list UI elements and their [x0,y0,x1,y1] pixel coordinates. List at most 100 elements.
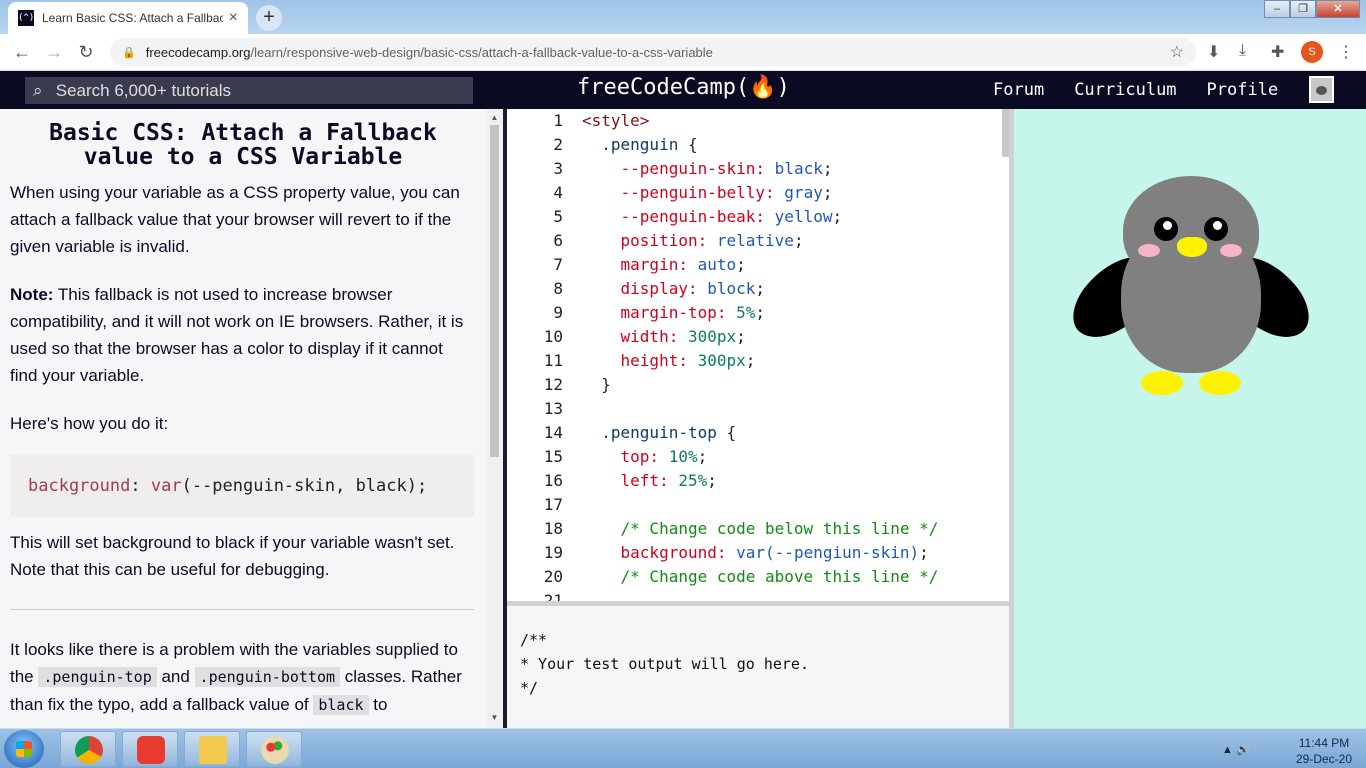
close-window-button[interactable]: ✕ [1316,0,1360,18]
code-line[interactable]: left: 25%; [582,469,938,493]
clock[interactable]: 11:44 PM 29-Dec-20 [1296,735,1352,767]
line-number: 14 [543,423,563,442]
code-line[interactable] [582,397,938,421]
user-avatar[interactable] [1309,76,1334,103]
code-line[interactable]: top: 10%; [582,445,938,469]
tab-close-icon[interactable]: × [229,9,238,27]
example-close-paren: ); [406,476,428,496]
penguin-left-cheek [1138,244,1160,257]
save-page-icon[interactable]: ⤓ [1239,42,1246,60]
taskbar-app-2[interactable] [122,731,178,767]
line-number: 15 [543,447,563,466]
token: background: [620,543,727,562]
code-line[interactable]: .penguin { [582,133,938,157]
search-input[interactable]: ⌕ Search 6,000+ tutorials [25,77,473,104]
penguin-left-eye [1154,217,1178,241]
code-line[interactable]: <style> [582,109,938,133]
browser-menu-icon[interactable]: ⋮ [1338,42,1354,62]
note-label: Note: [10,285,54,304]
scroll-up-arrow-icon[interactable]: ▲ [486,113,503,122]
penguin-top-code: .penguin-top [38,667,157,687]
paint-palette-icon [261,736,289,764]
token: position: [620,231,708,250]
code-line[interactable]: width: 300px; [582,325,938,349]
penguin-right-cheek [1220,244,1242,257]
line-number: 4 [553,183,563,202]
challenge-text-b: and [156,667,195,686]
red-app-icon [137,736,165,764]
line-number: 3 [553,159,563,178]
volume-icon[interactable]: ▲ 🔊 [1222,743,1250,756]
line-number: 1 [553,111,563,130]
code-line[interactable]: margin: auto; [582,253,938,277]
lock-icon[interactable]: 🔒 [122,46,136,59]
browser-toolbar: ← → ↻ 🔒 freecodecamp.org/learn/responsiv… [0,34,1366,71]
test-output-panel: /** * Your test output will go here. */ [507,606,1009,728]
token: width: [620,327,679,346]
reload-icon[interactable]: ↻ [70,42,102,63]
token: 300px [687,327,737,346]
token: block [707,279,756,298]
example-function: var [150,476,182,496]
section-divider [10,609,474,610]
line-number: 10 [543,327,563,346]
taskbar-chrome[interactable] [60,731,116,767]
taskbar-explorer[interactable] [184,731,240,767]
code-line[interactable]: --penguin-belly: gray; [582,181,938,205]
code-line[interactable]: height: 300px; [582,349,938,373]
instructions-scrollbar[interactable]: ▲ ▼ [486,109,503,728]
token: margin-top: [620,303,727,322]
token: yellow [774,207,833,226]
penguin-illustration [1060,169,1322,399]
code-line[interactable]: display: block; [582,277,938,301]
download-icon[interactable]: ⬇ [1207,42,1220,62]
forward-arrow-icon[interactable]: → [38,42,70,63]
scrollbar-thumb[interactable] [490,125,499,457]
example-arguments: --penguin-skin, black [191,476,407,496]
preview-panel [1014,109,1366,728]
code-line[interactable]: } [582,373,938,397]
line-number: 9 [553,303,563,322]
clock-time: 11:44 PM [1298,736,1350,750]
minimize-button[interactable]: – [1264,0,1290,18]
code-editor[interactable]: 1 2 3 4 5 6 7 8 9 10 11 12 13 14 15 16 17 18 19 20 21 <style… [507,109,1009,601]
taskbar-paint[interactable] [246,731,302,767]
token: .penguin-top [601,423,717,442]
code-line[interactable]: background: var(--pengiun-skin); [582,541,938,565]
new-tab-button[interactable]: + [256,5,282,31]
scroll-down-arrow-icon[interactable]: ▼ [486,713,503,722]
browser-profile-avatar[interactable]: S [1301,41,1323,63]
editor-scrollbar-thumb[interactable] [1002,109,1009,157]
start-button[interactable] [4,730,44,768]
code-content[interactable]: <style> .penguin { --penguin-skin: black… [582,109,938,601]
code-line[interactable]: --penguin-skin: black; [582,157,938,181]
code-line[interactable]: /* Change code above this line */ [582,565,939,589]
line-number: 8 [553,279,563,298]
maximize-button[interactable]: ❐ [1290,0,1316,18]
extensions-puzzle-icon[interactable]: ✚ [1271,42,1284,62]
nav-profile-link[interactable]: Profile [1207,80,1279,100]
bookmark-star-icon[interactable]: ☆ [1170,42,1184,62]
url-path: /learn/responsive-web-design/basic-css/a… [250,44,713,60]
code-line[interactable]: .penguin-top { [582,421,938,445]
nav-forum-link[interactable]: Forum [993,80,1044,100]
browser-tab[interactable]: (^) Learn Basic CSS: Attach a Fallback × [8,2,248,34]
url-host: freecodecamp.org [145,44,251,60]
address-bar[interactable]: 🔒 freecodecamp.org/learn/responsive-web-… [110,38,1196,66]
code-line[interactable] [582,589,938,601]
fcc-logo[interactable]: freeCodeCamp(🔥) [577,75,790,100]
tab-title: Learn Basic CSS: Attach a Fallback [42,11,223,25]
line-number: 16 [543,471,563,490]
code-line[interactable]: position: relative; [582,229,938,253]
token: relative [716,231,794,250]
code-line[interactable]: --penguin-beak: yellow; [582,205,938,229]
code-line[interactable] [582,493,938,517]
token: auto [697,255,737,274]
code-line[interactable]: margin-top: 5%; [582,301,938,325]
token: gray [784,183,823,202]
chrome-icon [75,736,103,764]
note-text: This fallback is not used to increase br… [10,285,464,385]
nav-curriculum-link[interactable]: Curriculum [1074,80,1176,100]
back-arrow-icon[interactable]: ← [6,42,38,63]
code-line[interactable]: /* Change code below this line */ [582,517,939,541]
